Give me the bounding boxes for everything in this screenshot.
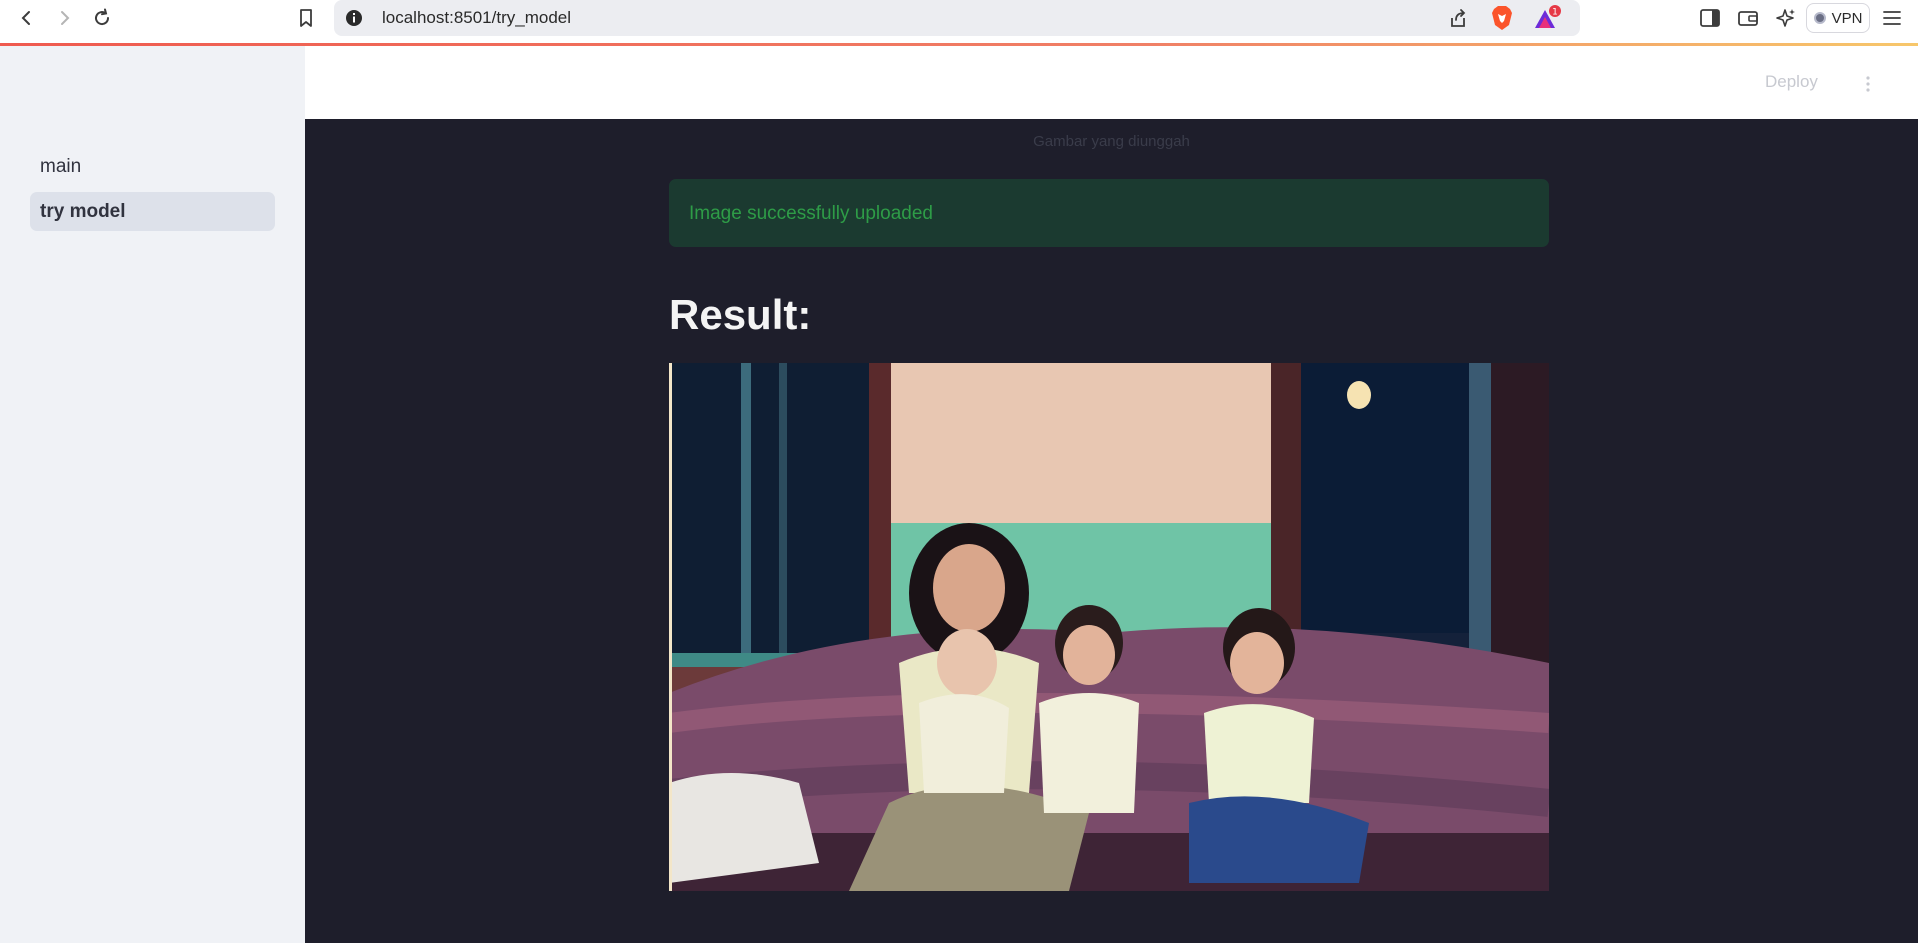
wallet-icon[interactable] (1736, 6, 1760, 30)
brave-shields-icon[interactable] (1490, 5, 1514, 31)
sidebar-item-label: main (40, 155, 82, 177)
result-image (667, 363, 1551, 891)
sidebar: main try model (0, 46, 305, 943)
sidebar-item-label: try model (40, 200, 126, 222)
share-icon[interactable] (1446, 6, 1470, 30)
bookmark-icon (300, 9, 312, 27)
site-info-icon[interactable] (344, 8, 364, 28)
chevron-left-icon (21, 11, 30, 25)
sidebar-item-main[interactable]: main (30, 147, 275, 186)
sidebar-item-try-model[interactable]: try model (30, 192, 275, 231)
reload-icon (95, 8, 110, 26)
address-bar[interactable]: localhost:8501/try_model 1 (334, 0, 1580, 36)
app-header: Deploy (305, 46, 1918, 119)
reload-button[interactable] (88, 4, 116, 32)
result-heading: Result: (669, 291, 812, 338)
menu-icon[interactable] (1880, 6, 1904, 30)
more-options-icon[interactable] (1863, 74, 1873, 94)
vpn-button[interactable]: VPN (1806, 3, 1870, 33)
success-alert-text: Image successfully uploaded (689, 203, 933, 224)
rewards-badge: 1 (1552, 8, 1558, 18)
url-text[interactable]: localhost:8501/try_model (382, 8, 571, 28)
success-alert: Image successfully uploaded (669, 179, 1549, 247)
sidebar-toggle-icon[interactable] (1698, 6, 1722, 30)
leo-ai-icon[interactable] (1773, 6, 1797, 30)
vpn-status-icon (1813, 12, 1826, 24)
bookmark-button[interactable] (292, 4, 320, 32)
image-caption: Gambar yang diunggah (1033, 133, 1190, 150)
back-button[interactable] (13, 4, 41, 32)
main-content: Gambar yang diunggah Image successfully … (305, 119, 1918, 943)
brave-rewards-icon[interactable]: 1 (1532, 4, 1562, 32)
restored-family-photo (667, 363, 1551, 891)
chevron-right-icon (61, 11, 70, 25)
forward-button[interactable] (50, 4, 78, 32)
deploy-button[interactable]: Deploy (1765, 72, 1818, 92)
browser-toolbar: localhost:8501/try_model 1 VPN (0, 0, 1918, 44)
vpn-label: VPN (1831, 9, 1863, 27)
